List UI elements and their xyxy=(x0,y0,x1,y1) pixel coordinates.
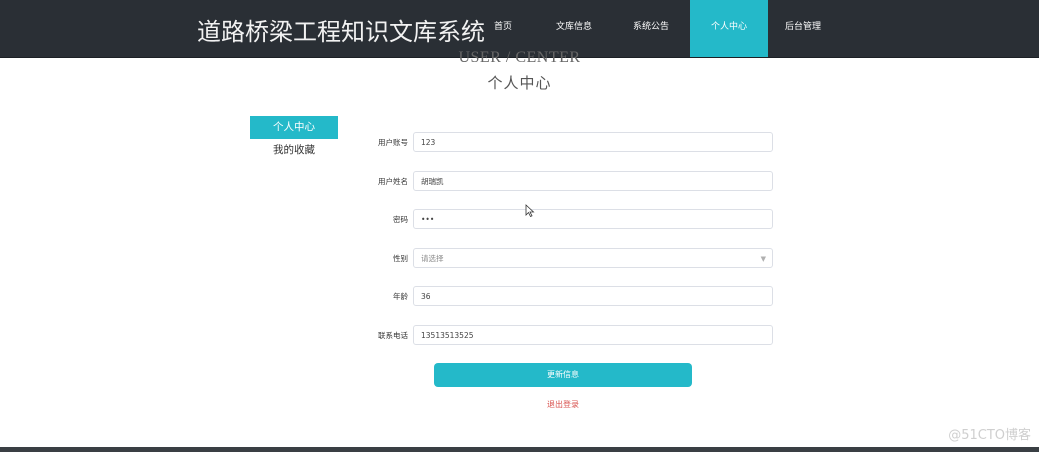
name-field[interactable]: 胡瑞凯 xyxy=(413,171,773,191)
gender-select[interactable]: 请选择 ▼ xyxy=(413,248,773,268)
bottom-bar xyxy=(0,447,1039,452)
password-label: 密码 xyxy=(393,215,408,224)
age-field[interactable]: 36 xyxy=(413,286,773,306)
account-row: 用户账号 123 xyxy=(360,132,780,154)
gender-row: 性别 请选择 ▼ xyxy=(360,248,780,270)
mouse-pointer-icon xyxy=(525,204,535,218)
account-field[interactable]: 123 xyxy=(413,132,773,152)
chevron-down-icon: ▼ xyxy=(760,255,766,263)
gender-select-placeholder: 请选择 xyxy=(421,254,444,263)
phone-field[interactable]: 13513513525 xyxy=(413,325,773,345)
account-label: 用户账号 xyxy=(378,138,408,147)
site-title: 道路桥梁工程知识文库系统 xyxy=(197,18,485,46)
phone-row: 联系电话 13513513525 xyxy=(360,325,780,347)
sidebar: 个人中心 我的收藏 xyxy=(250,116,338,162)
password-field[interactable]: ••• xyxy=(413,209,773,229)
page-hero: USER / CENTER 个人中心 xyxy=(0,49,1039,97)
sidebar-item-favorites[interactable]: 我的收藏 xyxy=(250,139,338,162)
age-label: 年龄 xyxy=(393,292,408,301)
phone-label: 联系电话 xyxy=(378,331,408,340)
name-label: 用户姓名 xyxy=(378,177,408,186)
age-row: 年龄 36 xyxy=(360,286,780,308)
sidebar-item-personal-center[interactable]: 个人中心 xyxy=(250,116,338,139)
gender-label: 性别 xyxy=(393,254,408,263)
password-row: 密码 ••• xyxy=(360,209,780,231)
page-title: 个人中心 xyxy=(487,74,552,92)
watermark: @51CTO博客 xyxy=(948,428,1031,443)
page-title-en: USER / CENTER xyxy=(458,49,581,66)
update-info-button[interactable]: 更新信息 xyxy=(434,363,692,387)
name-row: 用户姓名 胡瑞凯 xyxy=(360,171,780,193)
logout-link[interactable]: 退出登录 xyxy=(434,399,692,410)
